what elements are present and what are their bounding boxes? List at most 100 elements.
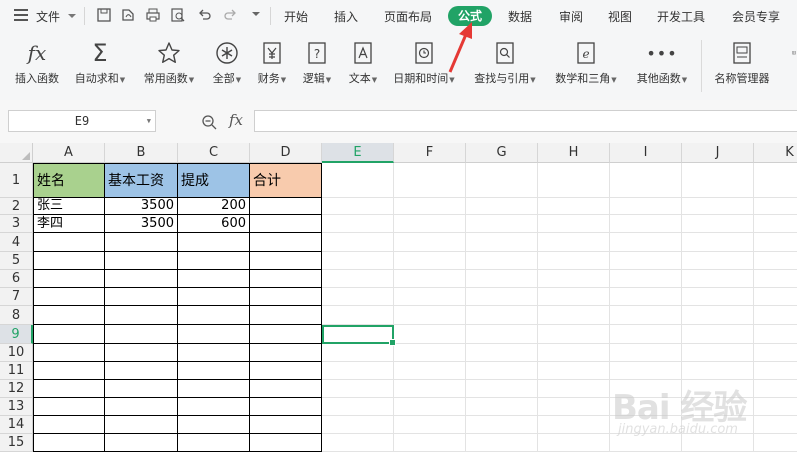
- cell-c1[interactable]: 提成: [178, 163, 250, 198]
- cell-i7[interactable]: [610, 288, 682, 306]
- cell-e2[interactable]: [322, 198, 394, 215]
- row-header-15[interactable]: 15: [0, 434, 33, 452]
- autosum-button[interactable]: Σ 自动求和▼: [70, 38, 130, 94]
- cell-f13[interactable]: [394, 398, 466, 416]
- name-manager-button[interactable]: 名称管理器: [710, 38, 774, 94]
- cell-i3[interactable]: [610, 215, 682, 233]
- cell-g4[interactable]: [466, 233, 538, 252]
- row-header-14[interactable]: 14: [0, 416, 33, 434]
- cell-k6[interactable]: [754, 270, 797, 288]
- cell-d13[interactable]: [250, 398, 322, 416]
- column-header-k[interactable]: K: [754, 143, 797, 163]
- cell-f4[interactable]: [394, 233, 466, 252]
- cell-d8[interactable]: [250, 306, 322, 325]
- save-icon[interactable]: [96, 7, 112, 23]
- cell-b5[interactable]: [105, 252, 178, 270]
- column-header-i[interactable]: I: [610, 143, 682, 163]
- cell-h5[interactable]: [538, 252, 610, 270]
- cell-h14[interactable]: [538, 416, 610, 434]
- cell-h12[interactable]: [538, 380, 610, 398]
- cell-j7[interactable]: [682, 288, 754, 306]
- cell-d15[interactable]: [250, 434, 322, 452]
- cell-g2[interactable]: [466, 198, 538, 215]
- cell-k1[interactable]: [754, 163, 797, 198]
- zoom-icon[interactable]: [201, 114, 217, 130]
- cell-j6[interactable]: [682, 270, 754, 288]
- row-header-9[interactable]: 9: [0, 325, 33, 344]
- cell-a2[interactable]: 张三: [33, 198, 105, 215]
- cell-k7[interactable]: [754, 288, 797, 306]
- tab-member[interactable]: 会员专享: [732, 8, 780, 25]
- text-button[interactable]: 文本▼: [342, 38, 384, 94]
- row-header-3[interactable]: 3: [0, 215, 33, 233]
- cell-c10[interactable]: [178, 344, 250, 362]
- cell-d10[interactable]: [250, 344, 322, 362]
- cell-e11[interactable]: [322, 362, 394, 380]
- cell-c13[interactable]: [178, 398, 250, 416]
- cell-e9[interactable]: [322, 325, 394, 344]
- cell-h3[interactable]: [538, 215, 610, 233]
- redo-icon[interactable]: [222, 7, 238, 23]
- cell-h2[interactable]: [538, 198, 610, 215]
- cell-c6[interactable]: [178, 270, 250, 288]
- cell-f7[interactable]: [394, 288, 466, 306]
- grid-more-button[interactable]: [778, 38, 797, 94]
- cell-g8[interactable]: [466, 306, 538, 325]
- cell-d11[interactable]: [250, 362, 322, 380]
- row-header-7[interactable]: 7: [0, 288, 33, 306]
- cell-c9[interactable]: [178, 325, 250, 344]
- cell-d14[interactable]: [250, 416, 322, 434]
- cell-c12[interactable]: [178, 380, 250, 398]
- row-header-5[interactable]: 5: [0, 252, 33, 270]
- cell-d3[interactable]: [250, 215, 322, 233]
- cell-d1[interactable]: 合计: [250, 163, 322, 198]
- cell-e3[interactable]: [322, 215, 394, 233]
- cell-c11[interactable]: [178, 362, 250, 380]
- cell-a10[interactable]: [33, 344, 105, 362]
- cell-i9[interactable]: [610, 325, 682, 344]
- cell-h7[interactable]: [538, 288, 610, 306]
- cell-b9[interactable]: [105, 325, 178, 344]
- cell-f3[interactable]: [394, 215, 466, 233]
- cell-e6[interactable]: [322, 270, 394, 288]
- cell-j4[interactable]: [682, 233, 754, 252]
- cell-e13[interactable]: [322, 398, 394, 416]
- export-pdf-icon[interactable]: [120, 7, 136, 23]
- cell-b7[interactable]: [105, 288, 178, 306]
- cell-a7[interactable]: [33, 288, 105, 306]
- cell-b8[interactable]: [105, 306, 178, 325]
- cell-a3[interactable]: 李四: [33, 215, 105, 233]
- cell-g15[interactable]: [466, 434, 538, 452]
- cell-d7[interactable]: [250, 288, 322, 306]
- cell-b6[interactable]: [105, 270, 178, 288]
- cell-j10[interactable]: [682, 344, 754, 362]
- cell-b15[interactable]: [105, 434, 178, 452]
- cell-d5[interactable]: [250, 252, 322, 270]
- select-all-corner[interactable]: [0, 143, 33, 163]
- cell-g11[interactable]: [466, 362, 538, 380]
- cell-i8[interactable]: [610, 306, 682, 325]
- column-header-b[interactable]: B: [105, 143, 178, 163]
- cell-j3[interactable]: [682, 215, 754, 233]
- cell-a6[interactable]: [33, 270, 105, 288]
- tab-insert[interactable]: 插入: [334, 8, 358, 25]
- cell-h11[interactable]: [538, 362, 610, 380]
- other-functions-button[interactable]: ••• 其他函数▼: [630, 38, 694, 94]
- cell-j9[interactable]: [682, 325, 754, 344]
- all-functions-button[interactable]: 全部▼: [206, 38, 248, 94]
- common-functions-button[interactable]: 常用函数▼: [138, 38, 200, 94]
- cell-d6[interactable]: [250, 270, 322, 288]
- column-header-f[interactable]: F: [394, 143, 466, 163]
- cell-f12[interactable]: [394, 380, 466, 398]
- cell-b14[interactable]: [105, 416, 178, 434]
- cell-h15[interactable]: [538, 434, 610, 452]
- name-box[interactable]: E9 ▼: [8, 110, 156, 132]
- column-header-g[interactable]: G: [466, 143, 538, 163]
- cell-e4[interactable]: [322, 233, 394, 252]
- cell-j5[interactable]: [682, 252, 754, 270]
- cell-h8[interactable]: [538, 306, 610, 325]
- fx-icon[interactable]: fx: [229, 111, 243, 129]
- math-trig-button[interactable]: e 数学和三角▼: [549, 38, 623, 94]
- cell-i1[interactable]: [610, 163, 682, 198]
- cell-g1[interactable]: [466, 163, 538, 198]
